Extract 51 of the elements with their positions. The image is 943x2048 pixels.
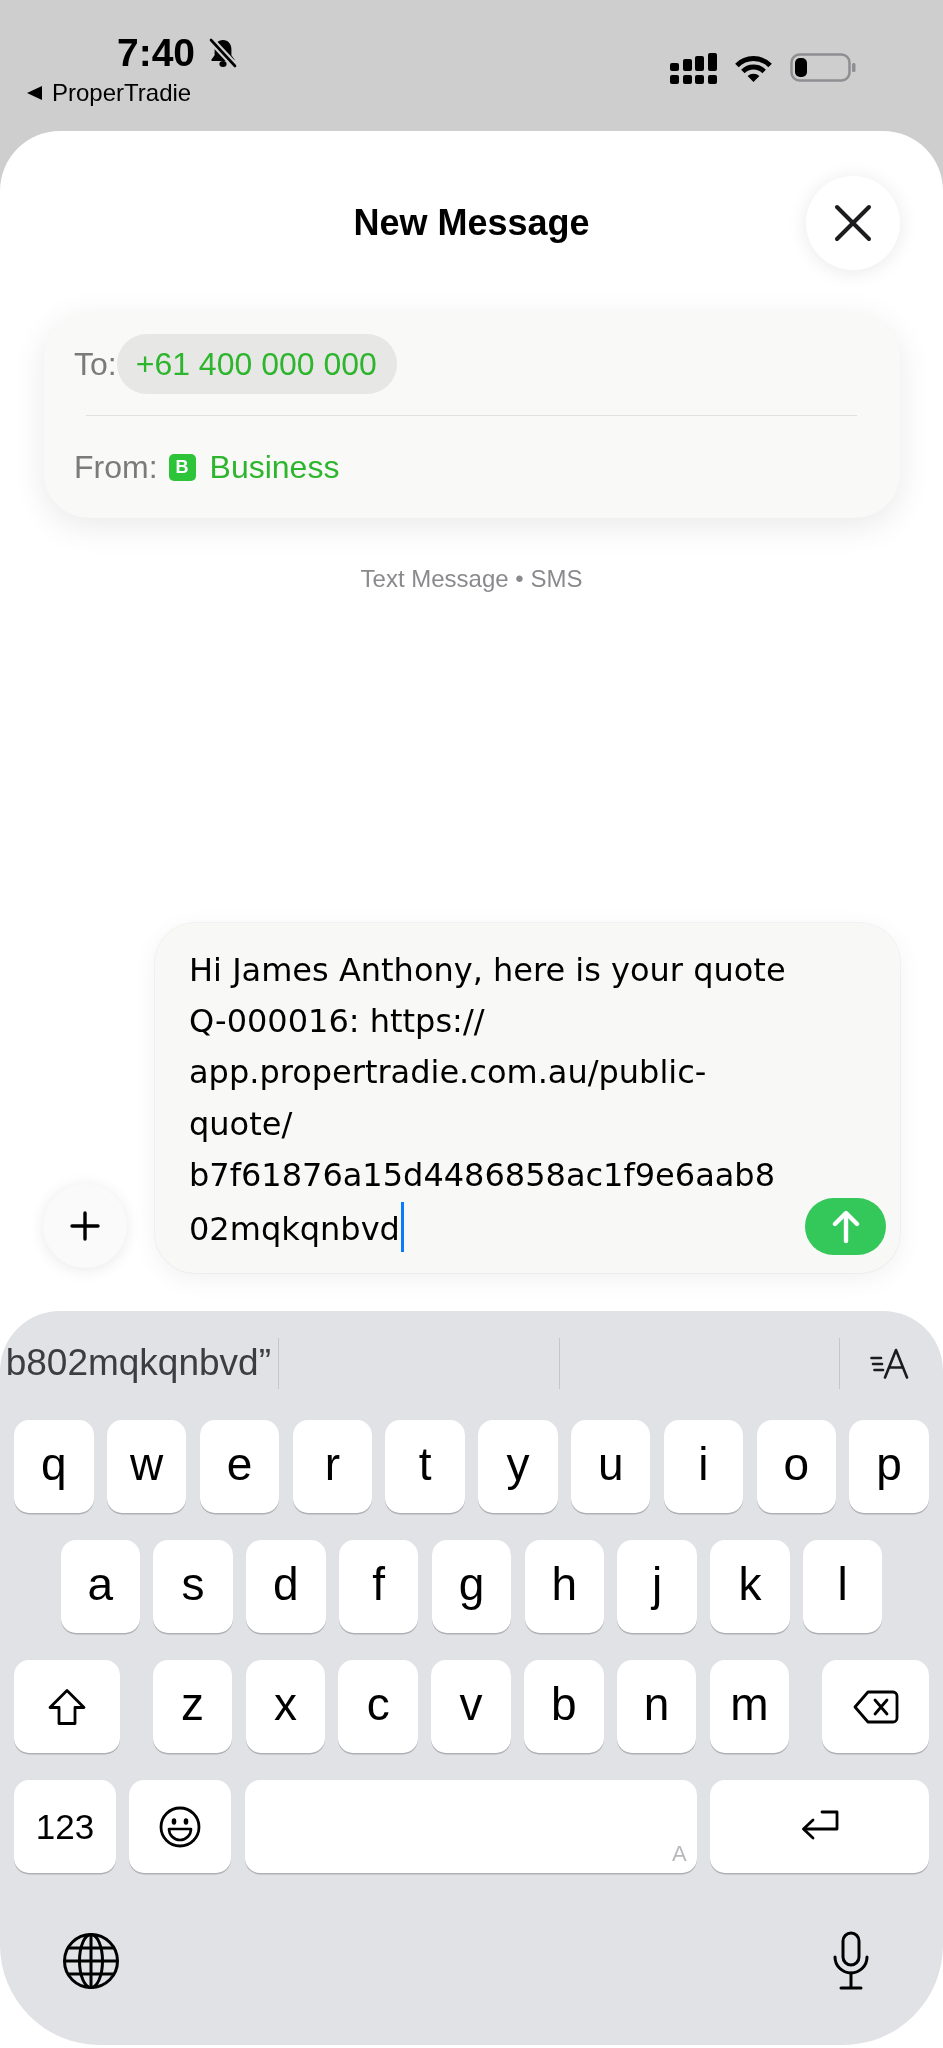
message-field[interactable]: Hi James Anthony, here is your quote Q-000016: https://app.propertradie.com.au/public-quote/b7f61876a15d4486858ac1f9e6aab802mqkqnbvd xyxy=(155,922,900,1273)
keyboard-key[interactable]: s xyxy=(153,1540,233,1633)
sender-badge: B xyxy=(168,453,196,481)
back-triangle-icon xyxy=(27,86,42,100)
signal-bars-icon xyxy=(670,53,717,84)
globe-icon[interactable] xyxy=(62,1932,120,1990)
keyboard-key[interactable]: x xyxy=(245,1660,326,1753)
keyboard-key[interactable]: l xyxy=(802,1540,883,1633)
keyboard-key[interactable]: g xyxy=(431,1540,512,1633)
up-arrow-icon xyxy=(831,1209,860,1244)
service-label: Text Message • SMS xyxy=(359,564,584,594)
from-label: From: xyxy=(74,448,158,487)
keyboard-key[interactable]: f xyxy=(338,1540,419,1633)
microphone-icon[interactable] xyxy=(831,1931,871,1991)
emoji-key[interactable] xyxy=(129,1780,232,1873)
keyboard-key[interactable]: y xyxy=(478,1420,558,1513)
keyboard-key[interactable]: a xyxy=(60,1540,141,1633)
backspace-icon xyxy=(852,1689,899,1724)
keyboard-key[interactable]: z xyxy=(152,1660,233,1753)
wifi-icon xyxy=(733,53,774,83)
keyboard-key[interactable]: h xyxy=(524,1540,605,1633)
close-icon xyxy=(834,204,872,242)
keyboard-key[interactable]: d xyxy=(246,1540,326,1633)
autocorrect-suggestion[interactable]: b802mqkqnbvd” xyxy=(5,1341,271,1385)
keyboard-key[interactable]: m xyxy=(709,1660,790,1753)
delete-key[interactable] xyxy=(822,1660,930,1753)
keyboard-key[interactable]: o xyxy=(756,1420,837,1513)
keyboard-key[interactable]: v xyxy=(431,1660,511,1753)
numbers-key[interactable]: 123 xyxy=(14,1780,116,1873)
keyboard-key[interactable]: w xyxy=(106,1420,187,1513)
keyboard-key[interactable]: e xyxy=(199,1420,280,1513)
keyboard-key[interactable]: j xyxy=(617,1540,697,1633)
keyboard-key[interactable]: u xyxy=(570,1420,651,1513)
keyboard-key[interactable]: r xyxy=(292,1420,373,1513)
battery-icon xyxy=(790,53,856,82)
keyboard-key[interactable]: q xyxy=(14,1420,94,1513)
keyboard-key[interactable]: t xyxy=(385,1420,465,1513)
keyboard-key[interactable]: n xyxy=(616,1660,697,1753)
smiley-icon xyxy=(159,1805,202,1848)
to-label: To: xyxy=(74,345,117,384)
keyboard-key[interactable]: c xyxy=(338,1660,418,1753)
keyboard-key[interactable]: b xyxy=(524,1660,604,1753)
keyboard-key[interactable]: k xyxy=(710,1540,790,1633)
back-link[interactable]: ProperTradie xyxy=(27,79,192,107)
message-text: Hi James Anthony, here is your quote Q-000016: https://app.propertradie.com.au/public-quote/b7f61876a15d4486858ac1f9e6aab802mqkqnbvd xyxy=(189,950,786,1248)
keyboard-key[interactable]: i xyxy=(663,1420,744,1513)
plus-icon xyxy=(69,1210,101,1242)
status-time: 7:40 xyxy=(117,33,196,73)
keyboard-key[interactable]: p xyxy=(849,1420,929,1513)
shift-key[interactable] xyxy=(13,1660,120,1753)
sheet-title: New Message xyxy=(353,201,590,245)
